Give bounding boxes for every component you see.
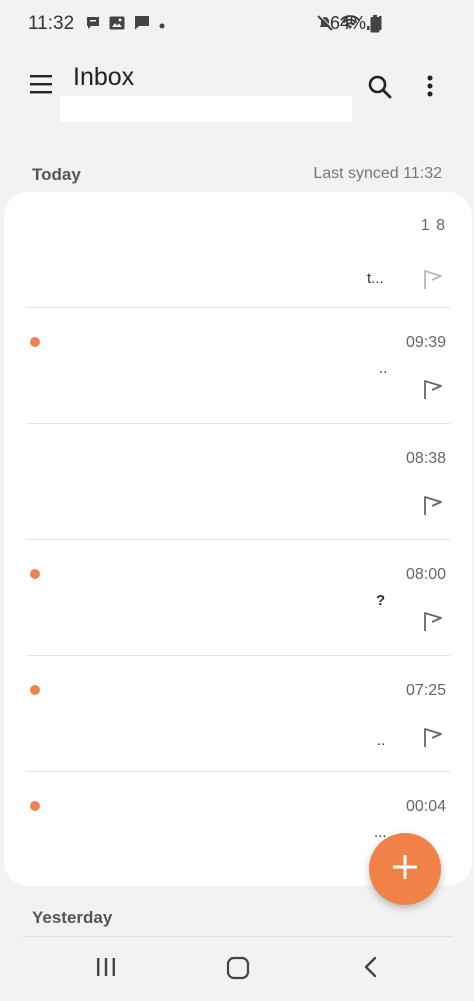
- chat-notification-icon: [86, 16, 100, 35]
- plus-icon: [391, 853, 419, 886]
- recent-apps-icon[interactable]: [95, 956, 117, 983]
- battery-percent: 64%: [330, 13, 367, 33]
- notification-icons: [86, 15, 165, 35]
- email-time: 08:00: [405, 566, 446, 583]
- email-snippet: ?: [376, 592, 386, 609]
- email-item[interactable]: 1 8 t...: [4, 192, 472, 308]
- more-options-icon[interactable]: [425, 74, 435, 103]
- message-icon: [134, 15, 150, 35]
- email-time: 08:38: [405, 450, 446, 467]
- battery-icon: [370, 15, 380, 38]
- back-icon[interactable]: [362, 956, 380, 983]
- unread-indicator: [30, 569, 40, 579]
- page-title: Inbox: [73, 63, 135, 91]
- email-item[interactable]: 07:25 ..: [4, 656, 472, 772]
- status-bar: 11:32 64%: [0, 0, 474, 50]
- email-snippet: ..: [379, 360, 388, 377]
- image-icon: [109, 16, 125, 35]
- divider: [22, 936, 452, 937]
- email-list: 1 8 t... 09:39 .. 08:38 08:00 ? 07:25 ..…: [4, 192, 472, 886]
- compose-button[interactable]: [369, 833, 441, 905]
- email-time: 1 8: [420, 217, 446, 234]
- home-icon[interactable]: [226, 956, 250, 985]
- email-time: 09:39: [405, 334, 446, 351]
- unread-indicator: [30, 337, 40, 347]
- email-snippet: ..: [377, 732, 386, 749]
- email-item[interactable]: 08:38: [4, 424, 472, 540]
- account-email: [60, 96, 352, 122]
- section-header-today: Today: [32, 165, 81, 184]
- flag-icon[interactable]: [422, 726, 444, 753]
- email-time: 00:04: [405, 798, 446, 815]
- unread-indicator: [30, 685, 40, 695]
- dot-icon: [159, 16, 165, 34]
- section-header-yesterday: Yesterday: [32, 908, 113, 927]
- email-item[interactable]: 09:39 ..: [4, 308, 472, 424]
- flag-icon[interactable]: [422, 494, 444, 521]
- unread-indicator: [30, 801, 40, 811]
- flag-icon[interactable]: [422, 610, 444, 637]
- email-item[interactable]: 08:00 ?: [4, 540, 472, 656]
- flag-icon[interactable]: [422, 378, 444, 405]
- email-time: 07:25: [405, 682, 446, 699]
- last-synced-status: Last synced 11:32: [313, 165, 442, 182]
- status-time: 11:32: [28, 13, 75, 34]
- app-bar: Inbox: [0, 50, 474, 140]
- menu-icon[interactable]: [30, 74, 52, 99]
- flag-icon[interactable]: [422, 268, 444, 295]
- email-snippet: t...: [367, 270, 384, 287]
- navigation-bar: [0, 938, 474, 1001]
- search-icon[interactable]: [367, 74, 393, 105]
